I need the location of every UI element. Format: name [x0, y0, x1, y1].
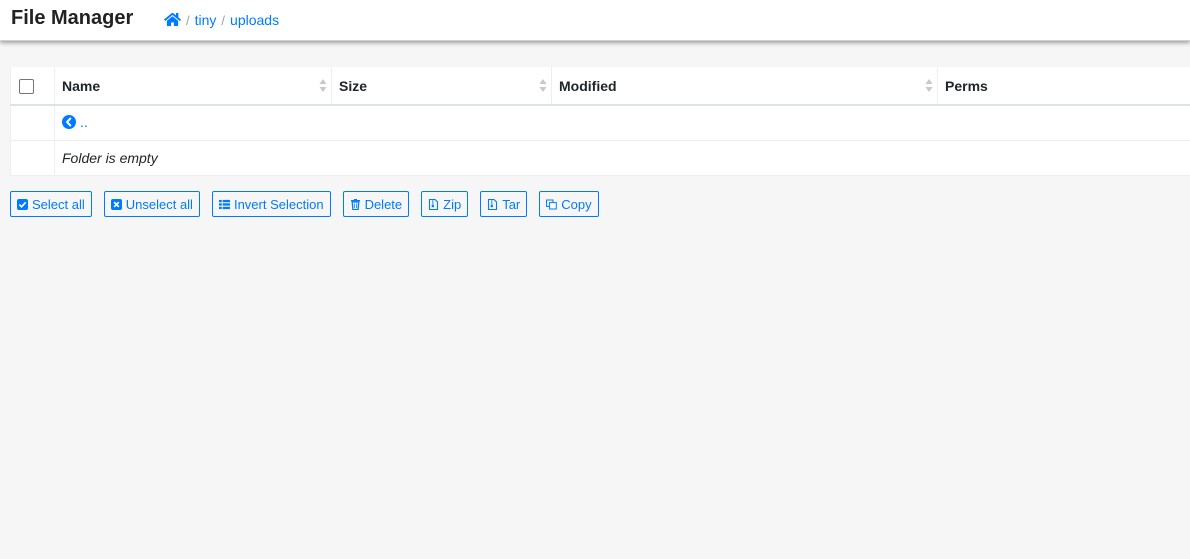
- file-table: Name Size Modified Perms .. Folder is em…: [10, 67, 1190, 176]
- breadcrumb-item-tiny[interactable]: tiny: [195, 12, 217, 28]
- column-header-perms[interactable]: Perms: [937, 67, 1190, 106]
- top-navbar: File Manager / tiny / uploads: [0, 0, 1190, 41]
- file-archive-icon: [488, 198, 498, 210]
- breadcrumb: / tiny / uploads: [164, 10, 279, 30]
- copy-button[interactable]: Copy: [539, 191, 599, 217]
- sort-icon: [925, 79, 933, 92]
- invert-selection-label: Invert Selection: [233, 196, 324, 212]
- trash-icon: [350, 198, 360, 210]
- breadcrumb-item-uploads[interactable]: uploads: [230, 12, 279, 28]
- copy-icon: [546, 199, 558, 209]
- select-all-button[interactable]: Select all: [10, 191, 92, 217]
- parent-directory-link[interactable]: ..: [62, 114, 88, 130]
- zip-label: Zip: [443, 196, 462, 212]
- column-header-label: Name: [62, 77, 101, 94]
- column-header-size[interactable]: Size: [331, 67, 552, 106]
- unselect-all-label: Unselect all: [125, 196, 193, 212]
- file-table-container: Name Size Modified Perms .. Folder is em…: [10, 67, 1190, 176]
- column-header-modified[interactable]: Modified: [551, 67, 938, 106]
- column-header-label: Modified: [559, 77, 617, 94]
- select-all-header-cell: [10, 67, 55, 106]
- breadcrumb-separator: /: [186, 12, 190, 28]
- empty-folder-message: Folder is empty: [62, 150, 158, 166]
- column-header-label: Perms: [945, 77, 988, 94]
- table-cell: [10, 105, 55, 141]
- unselect-all-button[interactable]: Unselect all: [103, 191, 200, 217]
- table-cell: ..: [54, 105, 1190, 141]
- breadcrumb-separator: /: [221, 12, 226, 28]
- file-archive-icon: [429, 198, 439, 210]
- home-icon: [164, 12, 181, 27]
- sort-icon: [319, 79, 327, 92]
- table-row-parent: ..: [10, 105, 1190, 141]
- check-square-icon: [17, 198, 28, 210]
- app-title[interactable]: File Manager: [11, 7, 133, 30]
- invert-selection-button[interactable]: Invert Selection: [211, 191, 331, 217]
- parent-directory-label: ..: [80, 114, 88, 130]
- tar-button[interactable]: Tar: [480, 191, 528, 217]
- bulk-actions-bar: Select all Unselect all Invert Selection…: [10, 191, 611, 217]
- delete-button[interactable]: Delete: [342, 191, 410, 217]
- table-cell: [10, 140, 55, 176]
- select-all-label: Select all: [32, 196, 85, 212]
- delete-label: Delete: [364, 196, 403, 212]
- breadcrumb-home[interactable]: [164, 10, 181, 30]
- zip-button[interactable]: Zip: [421, 191, 469, 217]
- tar-label: Tar: [502, 196, 521, 212]
- x-square-icon: [110, 198, 122, 210]
- table-cell: Folder is empty: [54, 140, 1190, 176]
- column-header-name[interactable]: Name: [54, 67, 332, 106]
- table-row-empty: Folder is empty: [10, 140, 1190, 176]
- circle-chevron-left-icon: [62, 115, 76, 129]
- list-icon: [218, 199, 230, 209]
- column-header-label: Size: [339, 77, 368, 94]
- table-header-row: Name Size Modified Perms: [10, 67, 1190, 106]
- copy-label: Copy: [561, 196, 592, 212]
- sort-icon: [539, 79, 547, 92]
- select-all-checkbox[interactable]: [19, 78, 34, 94]
